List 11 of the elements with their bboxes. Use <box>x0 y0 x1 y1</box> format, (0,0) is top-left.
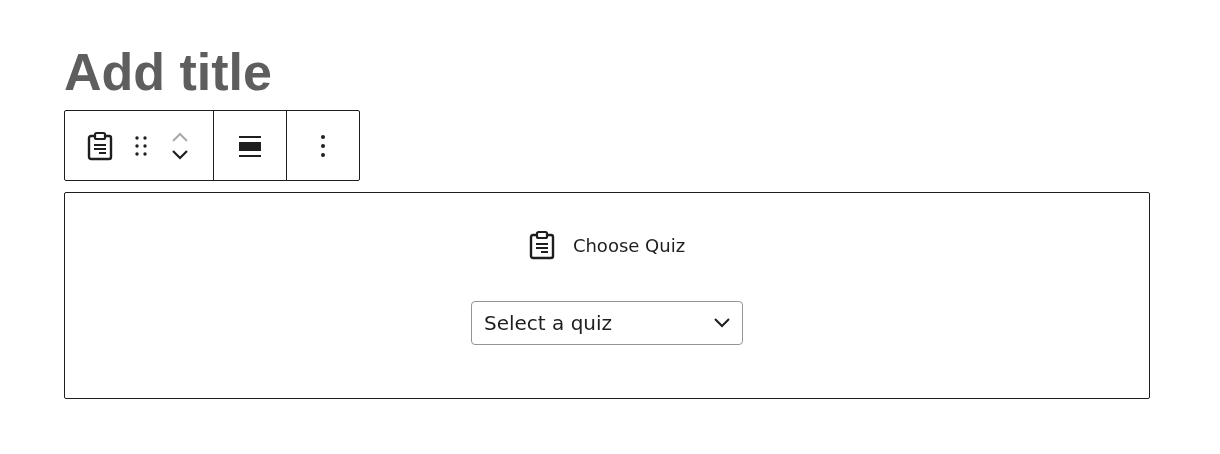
chevron-up-icon <box>171 131 189 142</box>
align-wide-icon <box>238 133 262 158</box>
move-down-button[interactable] <box>171 149 189 160</box>
clipboard-icon <box>528 229 555 261</box>
chevron-down-icon <box>171 149 189 160</box>
quiz-select[interactable]: Select a quiz <box>471 301 743 345</box>
clipboard-icon <box>87 130 113 161</box>
drag-icon <box>135 134 147 157</box>
block-label: Choose Quiz <box>572 234 686 256</box>
more-vertical-icon <box>320 133 326 158</box>
chevron-down-icon <box>714 318 730 328</box>
